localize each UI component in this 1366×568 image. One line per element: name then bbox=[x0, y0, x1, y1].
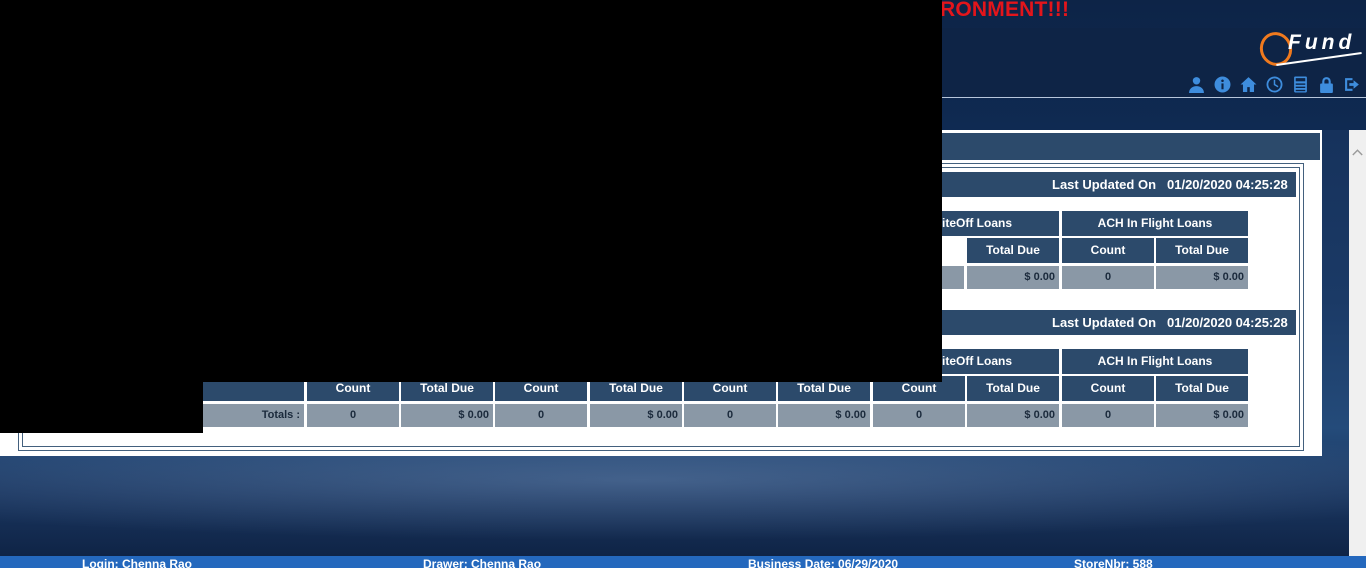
column-header: Total Due bbox=[1156, 376, 1248, 401]
redaction-block bbox=[0, 0, 942, 382]
totals-cell: $ 0.00 bbox=[590, 404, 682, 427]
group-header-ach-in-flight: ACH In Flight Loans bbox=[1062, 349, 1248, 374]
vertical-scrollbar[interactable] bbox=[1349, 130, 1366, 556]
status-bar: Login: Chenna Rao Drawer: Chenna Rao Bus… bbox=[0, 556, 1366, 568]
lock-icon[interactable] bbox=[1316, 74, 1336, 94]
drawer-status: Drawer: Chenna Rao bbox=[423, 557, 542, 568]
header-divider bbox=[940, 97, 1366, 98]
login-status: Login: Chenna Rao bbox=[82, 557, 192, 568]
value-cell: 0 bbox=[1062, 266, 1154, 289]
qfund-logo: Fund bbox=[1255, 27, 1364, 72]
last-updated-label: Last Updated On bbox=[1052, 315, 1157, 330]
panel-title-bar bbox=[940, 133, 1320, 160]
totals-cell: 0 bbox=[307, 404, 399, 427]
totals-cell: $ 0.00 bbox=[967, 404, 1059, 427]
logo-text: Fund bbox=[1288, 31, 1356, 54]
last-updated-value: 01/20/2020 04:25:28 bbox=[1167, 315, 1288, 330]
store-number-status: StoreNbr: 588 bbox=[1074, 557, 1153, 568]
last-updated-label: Last Updated On bbox=[1052, 177, 1157, 192]
totals-label: Totals : bbox=[203, 404, 304, 427]
column-header: Total Due bbox=[967, 376, 1059, 401]
totals-cell: $ 0.00 bbox=[1156, 404, 1248, 427]
totals-cell: 0 bbox=[873, 404, 965, 427]
last-updated-value: 01/20/2020 04:25:28 bbox=[1167, 177, 1288, 192]
value-cell: $ 0.00 bbox=[967, 266, 1059, 289]
group-header-writeoff: iteOff Loans bbox=[940, 349, 1059, 374]
calculator-icon[interactable] bbox=[1290, 74, 1310, 94]
totals-cell: 0 bbox=[1062, 404, 1154, 427]
user-icon[interactable] bbox=[1186, 74, 1206, 94]
column-header: Total Due bbox=[1156, 238, 1248, 263]
totals-cell: $ 0.00 bbox=[778, 404, 870, 427]
group-header-ach-in-flight: ACH In Flight Loans bbox=[1062, 211, 1248, 236]
business-date-status: Business Date: 06/29/2020 bbox=[748, 557, 899, 568]
group-header-writeoff: iteOff Loans bbox=[940, 211, 1059, 236]
section-2-header: Last Updated On 01/20/2020 04:25:28 bbox=[940, 310, 1296, 335]
home-icon[interactable] bbox=[1238, 74, 1258, 94]
column-header: Count bbox=[1062, 238, 1154, 263]
value-cell: $ 0.00 bbox=[1156, 266, 1248, 289]
logout-icon[interactable] bbox=[1342, 74, 1362, 94]
column-header: Total Due bbox=[967, 238, 1059, 263]
environment-banner: RONMENT!!! bbox=[940, 0, 1070, 21]
totals-cell: 0 bbox=[495, 404, 587, 427]
clock-icon[interactable] bbox=[1264, 74, 1284, 94]
value-cell bbox=[940, 266, 964, 289]
info-icon[interactable] bbox=[1212, 74, 1232, 94]
totals-cell: 0 bbox=[684, 404, 776, 427]
header-toolbar bbox=[1186, 74, 1362, 94]
redaction-block bbox=[0, 380, 203, 433]
scroll-up-arrow-icon[interactable] bbox=[1349, 143, 1366, 160]
totals-cell: $ 0.00 bbox=[401, 404, 493, 427]
column-header: Count bbox=[1062, 376, 1154, 401]
section-1-header: Last Updated On 01/20/2020 04:25:28 bbox=[940, 172, 1296, 197]
